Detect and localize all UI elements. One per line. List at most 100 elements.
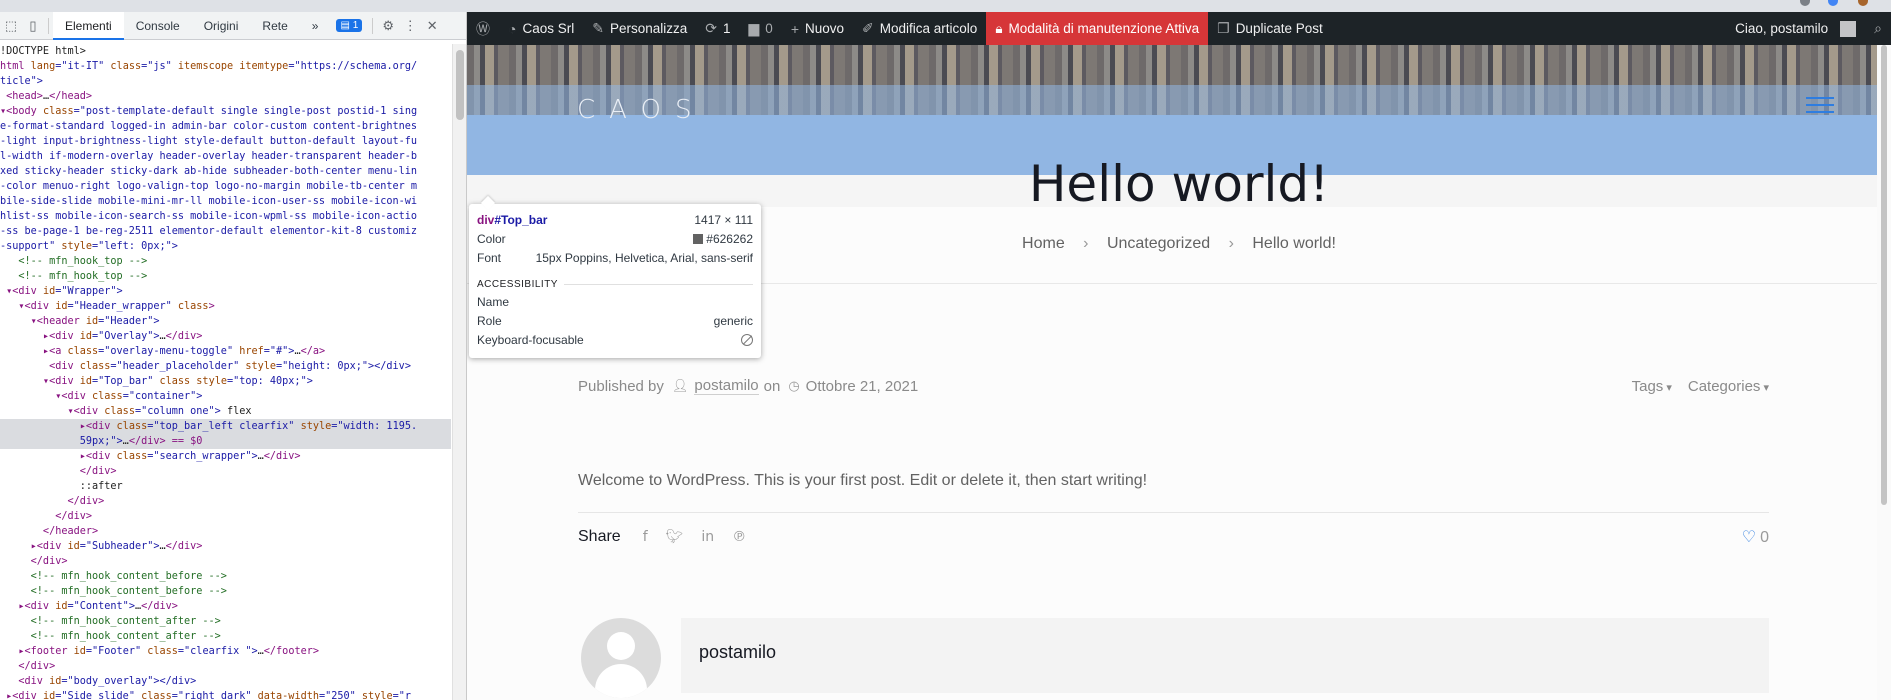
dom-node-line[interactable]: ▾<div id="Header_wrapper" class> [0, 299, 451, 314]
dom-node-line[interactable]: <head>…</head> [0, 89, 451, 104]
dom-node-line[interactable]: 59px;">…</div> == $0 [0, 434, 451, 449]
close-devtools-icon[interactable]: ✕ [421, 12, 443, 40]
toolbar-divider [48, 17, 49, 34]
dom-node-line[interactable]: -support" style="left: 0px;"> [0, 239, 451, 254]
author-link[interactable]: postamilo [694, 377, 759, 395]
tab-sources[interactable]: Origini [192, 12, 251, 40]
dom-node-line[interactable]: html lang="it-IT" class="js" itemscope i… [0, 59, 451, 74]
dom-node-line[interactable]: <div id="body_overlay"></div> [0, 674, 451, 689]
dom-node-line[interactable]: ▸<div id="Content">…</div> [0, 599, 451, 614]
dom-node-line[interactable]: bile-side-slide mobile-mini-mr-ll mobile… [0, 194, 451, 209]
tab-console[interactable]: Console [124, 12, 192, 40]
dom-node-line[interactable]: <!-- mfn_hook_top --> [0, 254, 451, 269]
dom-node-line[interactable]: hlist-ss mobile-icon-search-ss mobile-ic… [0, 209, 451, 224]
devtools-scrollbar[interactable] [452, 44, 466, 700]
dom-node-line[interactable]: </div> [0, 509, 451, 524]
breadcrumb-category[interactable]: Uncategorized [1107, 235, 1210, 252]
share-bar: Share f 🐦︎ in ℗ ♡ 0 [578, 512, 1769, 547]
hamburger-menu-icon[interactable] [1806, 97, 1834, 113]
user-account-menu[interactable]: Ciao, postamilo [1726, 12, 1865, 45]
dom-node-line[interactable]: ▾<body class="post-template-default sing… [0, 104, 451, 119]
dom-node-line[interactable]: -color menuo-right logo-valign-top logo-… [0, 179, 451, 194]
dom-node-line[interactable]: -ss be-page-1 be-reg-2511 elementor-defa… [0, 224, 451, 239]
tags-dropdown[interactable]: Tags [1632, 378, 1672, 395]
issues-badge[interactable]: ▤ 1 [336, 19, 363, 32]
dom-node-line[interactable]: ticle"> [0, 74, 451, 89]
pinterest-icon[interactable]: ℗ [732, 529, 746, 545]
dom-node-line[interactable]: -light input-brightness-light style-defa… [0, 134, 451, 149]
wordpress-logo-menu[interactable]: Ⓦ [467, 12, 499, 45]
dom-node-line[interactable]: ▾<header id="Header"> [0, 314, 451, 329]
page-scrollbar[interactable] [1877, 45, 1891, 700]
settings-gear-icon[interactable]: ⚙ [377, 12, 399, 40]
dom-token: </div> [0, 556, 68, 567]
comments-link[interactable]: ▆ 0 [740, 12, 782, 45]
tab-network[interactable]: Rete [250, 12, 299, 40]
maintenance-mode-link[interactable]: 🔒︎ Modalità di manutenzione Attiva [986, 12, 1209, 45]
author-name[interactable]: postamilo [699, 642, 776, 663]
dom-node-line[interactable]: ▾<div id="Wrapper"> [0, 284, 451, 299]
tooltip-color-value-wrap: #626262 [693, 232, 753, 246]
site-name-menu[interactable]: ◔ Caos Srl [499, 12, 583, 45]
dom-node-line[interactable]: </header> [0, 524, 451, 539]
tooltip-role-label: Role [477, 313, 502, 328]
dom-node-line[interactable]: ▸<a class="overlay-menu-toggle" href="#"… [0, 344, 451, 359]
customize-link[interactable]: ✎ Personalizza [583, 12, 696, 45]
dom-node-line[interactable]: !DOCTYPE html> [0, 44, 451, 59]
devtools-scroll-thumb[interactable] [456, 50, 464, 120]
dom-node-line[interactable]: </div> [0, 494, 451, 509]
lock-icon: 🔒︎ [995, 20, 1003, 36]
new-content-menu[interactable]: + Nuovo [782, 12, 853, 45]
dom-node-line[interactable]: <!-- mfn_hook_content_after --> [0, 629, 451, 644]
device-toolbar-icon[interactable]: ▯ [22, 12, 44, 40]
dom-token: xed sticky-header sticky-dark ab-hide su… [0, 166, 418, 177]
dom-node-line[interactable]: <!-- mfn_hook_content_after --> [0, 614, 451, 629]
duplicate-post-link[interactable]: ❐ Duplicate Post [1208, 12, 1332, 45]
dom-node-line[interactable]: ▸<div class="top_bar_left clearfix" styl… [0, 419, 451, 434]
dom-tree[interactable]: !DOCTYPE html> html lang="it-IT" class="j… [0, 44, 451, 700]
dom-node-line[interactable]: xed sticky-header sticky-dark ab-hide su… [0, 164, 451, 179]
dom-node-line[interactable]: ▸<div class="search_wrapper">…</div> [0, 449, 451, 464]
dom-token: class [104, 406, 135, 417]
dom-node-line[interactable]: ▾<div class="container"> [0, 389, 451, 404]
dom-node-line[interactable]: </div> [0, 464, 451, 479]
dom-node-line[interactable]: ▸<div id="Overlay">…</div> [0, 329, 451, 344]
site-logo[interactable]: CAOS [577, 95, 705, 125]
dom-node-line[interactable]: e-format-standard logged-in admin-bar co… [0, 119, 451, 134]
tooltip-role-value: generic [713, 313, 753, 328]
edit-post-link[interactable]: ✐ Modifica articolo [853, 12, 986, 45]
inspect-element-icon[interactable]: ⬚ [0, 12, 22, 40]
dom-token: ="Footer" [85, 646, 148, 657]
dom-node-line[interactable]: <!-- mfn_hook_content_before --> [0, 569, 451, 584]
breadcrumb-home[interactable]: Home [1022, 235, 1065, 252]
dom-token: ="250" [318, 691, 362, 700]
more-tabs-button[interactable]: » [300, 12, 331, 40]
dom-node-line[interactable]: l-width if-modern-overlay header-overlay… [0, 149, 451, 164]
page-scroll-thumb[interactable] [1881, 45, 1887, 505]
linkedin-icon[interactable]: in [701, 529, 714, 545]
like-button[interactable]: ♡ 0 [1742, 527, 1769, 547]
dom-node-line[interactable]: ▸<div id="Subheader">…</div> [0, 539, 451, 554]
categories-dropdown[interactable]: Categories [1688, 378, 1769, 395]
breadcrumb-current[interactable]: Hello world! [1252, 235, 1336, 252]
dom-node-line[interactable]: <!-- mfn_hook_top --> [0, 269, 451, 284]
dom-token: -ss be-page-1 be-reg-2511 elementor-defa… [0, 226, 418, 237]
dom-token: style [300, 421, 332, 432]
dom-node-line[interactable]: ▸<footer id="Footer" class="clearfix ">…… [0, 644, 451, 659]
twitter-icon[interactable]: 🐦︎ [666, 529, 684, 545]
tooltip-color-value: #626262 [706, 231, 753, 246]
dom-node-line[interactable]: ::after [0, 479, 451, 494]
dom-node-line[interactable]: ▾<div id="Top_bar" class style="top: 40p… [0, 374, 451, 389]
dom-node-line[interactable]: <div class="header_placeholder" style="h… [0, 359, 451, 374]
updates-link[interactable]: ⟳ 1 [696, 12, 739, 45]
dom-token: ="top: 40px;"> [226, 376, 313, 387]
dom-node-line[interactable]: </div> [0, 554, 451, 569]
dom-node-line[interactable]: ▸<div id="Side_slide" class="right dark"… [0, 689, 451, 700]
facebook-icon[interactable]: f [643, 529, 648, 545]
admin-search-button[interactable]: ⌕ [1865, 12, 1891, 45]
more-options-icon[interactable]: ⋮ [399, 12, 421, 40]
dom-node-line[interactable]: ▾<div class="column one"> flex [0, 404, 451, 419]
dom-node-line[interactable]: <!-- mfn_hook_content_before --> [0, 584, 451, 599]
dom-node-line[interactable]: </div> [0, 659, 451, 674]
tab-elements[interactable]: Elementi [53, 12, 124, 40]
